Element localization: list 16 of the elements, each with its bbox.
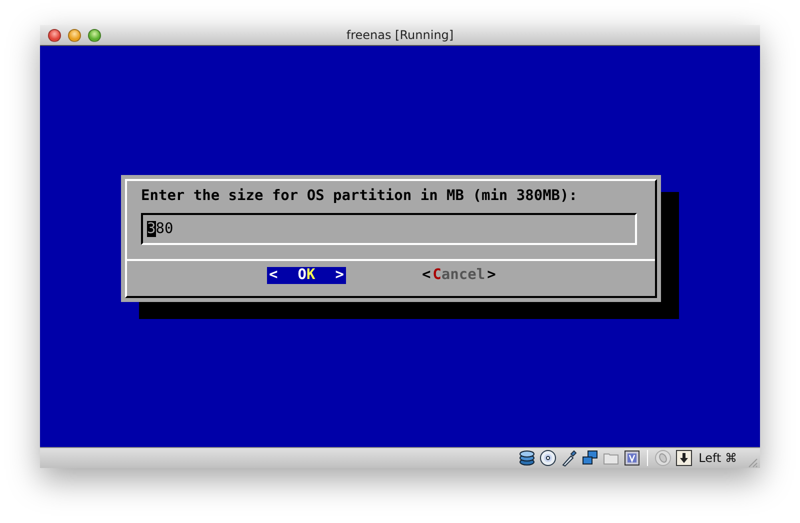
- chip-icon[interactable]: [622, 449, 641, 467]
- usb-stick-icon[interactable]: [560, 449, 578, 467]
- dialog-button[interactable]: < OK >: [267, 267, 346, 284]
- zoom-button[interactable]: [88, 28, 101, 42]
- network-icon[interactable]: [580, 449, 599, 467]
- dialog-button[interactable]: <Cancel>: [420, 267, 498, 284]
- input-field[interactable]: 380: [141, 213, 637, 245]
- down-arrow-key-icon[interactable]: [674, 449, 693, 467]
- disc-icon[interactable]: [538, 449, 557, 467]
- resize-grip-icon[interactable]: [746, 456, 758, 468]
- window-title: freenas [Running]: [346, 28, 454, 42]
- close-button[interactable]: [48, 28, 61, 42]
- host-key-label: Left ⌘: [698, 451, 737, 465]
- prompt-text: Enter the size for OS partition in MB (min 380MB):: [141, 187, 578, 205]
- minimize-button[interactable]: [68, 28, 81, 42]
- hard-disk-icon[interactable]: [518, 449, 536, 467]
